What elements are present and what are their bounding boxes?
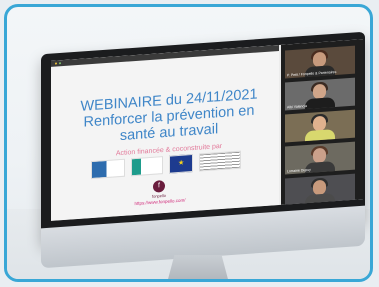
slide-title: WEBINAIRE du 24/11/2021 Renforcer la pré…	[80, 86, 258, 145]
partner-logo	[91, 158, 125, 180]
participant-gallery: P. Petit / Fonpello & Partenaires Albi V…	[281, 39, 363, 207]
participant-name: Albi Valencia	[287, 104, 307, 110]
window-dot-icon[interactable]	[59, 62, 61, 65]
partner-logo	[199, 150, 241, 172]
slide-url[interactable]: https://www.fonpello.com/	[125, 197, 195, 207]
participant-tile[interactable]	[285, 109, 355, 143]
monitor-stand	[167, 255, 229, 279]
photo-frame: WEBINAIRE du 24/11/2021 Renforcer la pré…	[4, 4, 373, 282]
screen: WEBINAIRE du 24/11/2021 Renforcer la pré…	[51, 39, 363, 221]
partner-logo	[131, 156, 163, 177]
participant-tile[interactable]: Albi Valencia	[285, 77, 355, 111]
participant-tile[interactable]: P. Petit / Fonpello & Partenaires	[285, 45, 355, 79]
brand-logo-icon: f	[153, 179, 165, 193]
presentation-slide: WEBINAIRE du 24/11/2021 Renforcer la pré…	[51, 44, 279, 221]
participant-tile[interactable]: Lorraine Dupuy	[285, 141, 355, 175]
window-dot-icon[interactable]	[55, 62, 57, 65]
eu-flag-icon: ★	[169, 153, 193, 174]
